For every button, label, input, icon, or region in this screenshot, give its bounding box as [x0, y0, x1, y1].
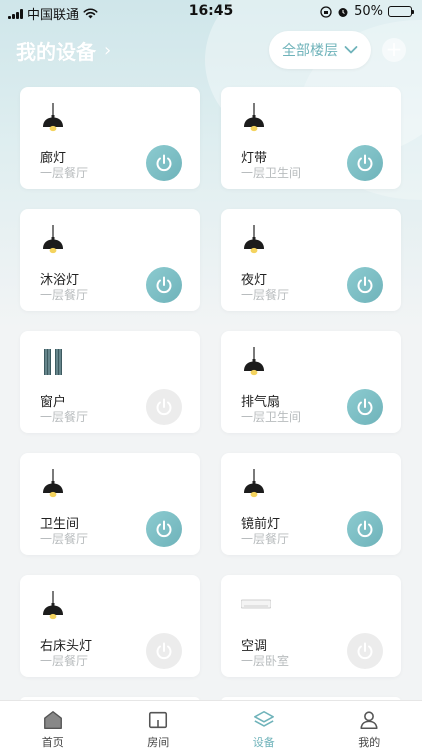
power-icon [357, 154, 373, 172]
device-room: 一层餐厅 [40, 532, 89, 546]
power-button[interactable] [347, 389, 383, 425]
device-grid: 廊灯 一层餐厅 灯带 一层卫生间 沐浴灯 一层餐厅 夜灯 一层餐厅 窗户 一层餐厅 排气扇 一层卫生间… [0, 0, 422, 707]
device-room: 一层餐厅 [40, 288, 89, 302]
tab-bar: 首页 房间 设备 我的 [0, 700, 422, 750]
power-button[interactable] [146, 511, 182, 547]
user-icon [360, 711, 378, 730]
pendant-lamp-icon [241, 103, 267, 133]
power-icon [156, 154, 172, 172]
power-button[interactable] [347, 267, 383, 303]
power-icon [357, 520, 373, 538]
power-button[interactable] [146, 145, 182, 181]
power-icon [156, 398, 172, 416]
power-icon [156, 276, 172, 294]
pendant-lamp-icon [40, 225, 66, 255]
device-room: 一层餐厅 [40, 654, 89, 668]
power-icon [357, 642, 373, 660]
tab-label: 房间 [147, 736, 170, 749]
device-card[interactable]: 沐浴灯 一层餐厅 [20, 209, 200, 311]
device-room: 一层卫生间 [241, 166, 302, 180]
air-conditioner-icon [240, 591, 272, 621]
curtain-icon [40, 347, 66, 377]
room-icon [149, 711, 168, 729]
device-card[interactable]: 夜灯 一层餐厅 [221, 209, 401, 311]
device-card[interactable]: 镜前灯 一层餐厅 [221, 453, 401, 555]
device-card[interactable]: 灯带 一层卫生间 [221, 87, 401, 189]
device-card[interactable]: 排气扇 一层卫生间 [221, 331, 401, 433]
tab-label: 首页 [41, 736, 64, 749]
layers-icon [253, 710, 274, 727]
power-button[interactable] [347, 511, 383, 547]
power-icon [156, 642, 172, 660]
power-icon [357, 276, 373, 294]
power-icon [357, 398, 373, 416]
device-card[interactable]: 右床头灯 一层餐厅 [20, 575, 200, 677]
pendant-lamp-icon [40, 469, 66, 499]
home-icon [43, 711, 62, 729]
device-room: 一层餐厅 [40, 166, 89, 180]
device-room: 一层卧室 [241, 654, 290, 668]
device-room: 一层餐厅 [40, 410, 89, 424]
device-card[interactable]: 卫生间 一层餐厅 [20, 453, 200, 555]
power-button[interactable] [146, 267, 182, 303]
pendant-lamp-icon [241, 469, 267, 499]
tab-label: 设备 [252, 736, 275, 749]
device-room: 一层餐厅 [241, 288, 290, 302]
tab-mine[interactable]: 我的 [317, 701, 422, 750]
device-room: 一层餐厅 [241, 532, 290, 546]
pendant-lamp-icon [40, 103, 66, 133]
device-card[interactable]: 窗户 一层餐厅 [20, 331, 200, 433]
device-room: 一层卫生间 [241, 410, 302, 424]
power-button[interactable] [347, 145, 383, 181]
tab-room[interactable]: 房间 [106, 701, 212, 750]
tab-label: 我的 [358, 736, 381, 749]
power-button[interactable] [146, 389, 182, 425]
power-button[interactable] [146, 633, 182, 669]
power-icon [156, 520, 172, 538]
pendant-lamp-icon [40, 591, 66, 621]
device-card[interactable]: 廊灯 一层餐厅 [20, 87, 200, 189]
pendant-lamp-icon [241, 347, 267, 377]
tab-device[interactable]: 设备 [211, 701, 317, 750]
tab-home[interactable]: 首页 [0, 701, 106, 750]
power-button[interactable] [347, 633, 383, 669]
pendant-lamp-icon [241, 225, 267, 255]
device-card[interactable]: 空调 一层卧室 [221, 575, 401, 677]
